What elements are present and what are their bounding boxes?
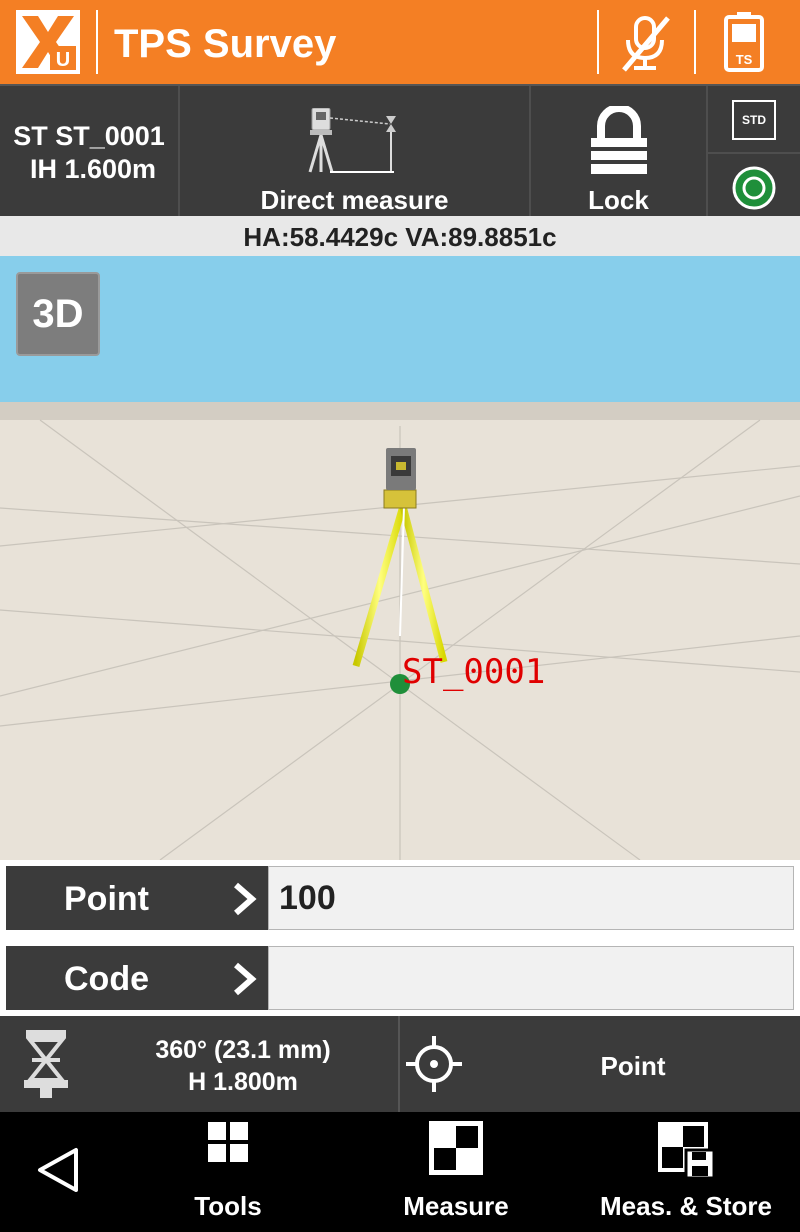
header-divider	[96, 10, 98, 74]
code-label-button[interactable]: Code	[6, 946, 268, 1010]
direct-measure-label: Direct measure	[260, 185, 449, 215]
bottom-nav: Tools Measure Meas. & Store	[0, 1112, 800, 1232]
station-name: ST ST_0001	[13, 121, 165, 151]
target-bar: 360° (23.1 mm) H 1.800m Point	[0, 1016, 800, 1112]
microphone-off-icon[interactable]	[616, 14, 676, 72]
station-label: ST_0001	[402, 652, 546, 692]
total-station-measure-icon	[308, 108, 396, 173]
target-height: H 1.800m	[188, 1068, 298, 1096]
grid-icon	[208, 1122, 248, 1162]
3d-view[interactable]: 3D ST_0001	[0, 256, 800, 860]
point-input[interactable]: 100	[268, 866, 794, 930]
prism-icon[interactable]	[22, 1030, 70, 1098]
tools-label: Tools	[194, 1191, 262, 1221]
lock-button[interactable]: Lock	[531, 86, 708, 216]
horizon-haze	[0, 402, 800, 420]
measure-target-icon	[429, 1121, 483, 1175]
measure-mode-label[interactable]: Point	[470, 1016, 796, 1112]
direct-measure-button[interactable]: Direct measure	[180, 86, 531, 216]
header-divider	[597, 10, 599, 74]
std-divider	[708, 152, 800, 154]
measure-label: Measure	[403, 1191, 509, 1221]
back-icon[interactable]	[36, 1146, 80, 1194]
point-row: Point 100	[6, 866, 794, 930]
measure-store-label: Meas. & Store	[600, 1191, 772, 1221]
std-mode-button[interactable]: STD	[732, 100, 776, 140]
sky	[0, 256, 800, 402]
point-label: Point	[64, 880, 149, 918]
station-bar: ST ST_0001 IH 1.600m Direct measure Lock	[0, 84, 800, 216]
battery-label: TS	[736, 52, 753, 67]
instrument-height: IH 1.600m	[29, 154, 157, 184]
page-title: TPS Survey	[114, 22, 337, 66]
3d-scene	[0, 256, 800, 860]
tools-button[interactable]: Tools	[150, 1112, 306, 1232]
lock-icon	[591, 106, 647, 174]
code-label: Code	[64, 960, 149, 998]
input-fields: Point 100 Code	[0, 860, 800, 1016]
battery-icon[interactable]: TS	[724, 12, 764, 72]
measure-store-icon	[658, 1122, 716, 1180]
chevron-right-icon	[234, 962, 257, 996]
prism-constant: 360° (23.1 mm)	[155, 1036, 331, 1064]
code-row: Code	[6, 946, 794, 1010]
code-input[interactable]	[268, 946, 794, 1010]
chevron-right-icon	[234, 882, 257, 916]
crosshair-icon[interactable]	[404, 1034, 464, 1094]
prism-info[interactable]: 360° (23.1 mm) H 1.800m	[90, 1016, 396, 1112]
target-divider	[398, 1016, 400, 1112]
lock-label: Lock	[588, 185, 649, 215]
measure-button[interactable]: Measure	[376, 1112, 536, 1232]
3d-toggle-button[interactable]: 3D	[16, 272, 100, 356]
app-header: U TPS Survey TS	[0, 0, 800, 84]
point-label-button[interactable]: Point	[6, 866, 268, 930]
app-logo-icon[interactable]: U	[16, 10, 80, 74]
logo-letter: U	[56, 49, 70, 71]
std-panel: STD	[708, 86, 800, 216]
station-info[interactable]: ST ST_0001 IH 1.600m	[0, 86, 180, 216]
header-divider	[694, 10, 696, 74]
angle-readout: HA:58.4429c VA:89.8851c	[0, 216, 800, 256]
measure-and-store-button[interactable]: Meas. & Store	[588, 1112, 784, 1232]
target-status-icon[interactable]	[732, 166, 776, 210]
